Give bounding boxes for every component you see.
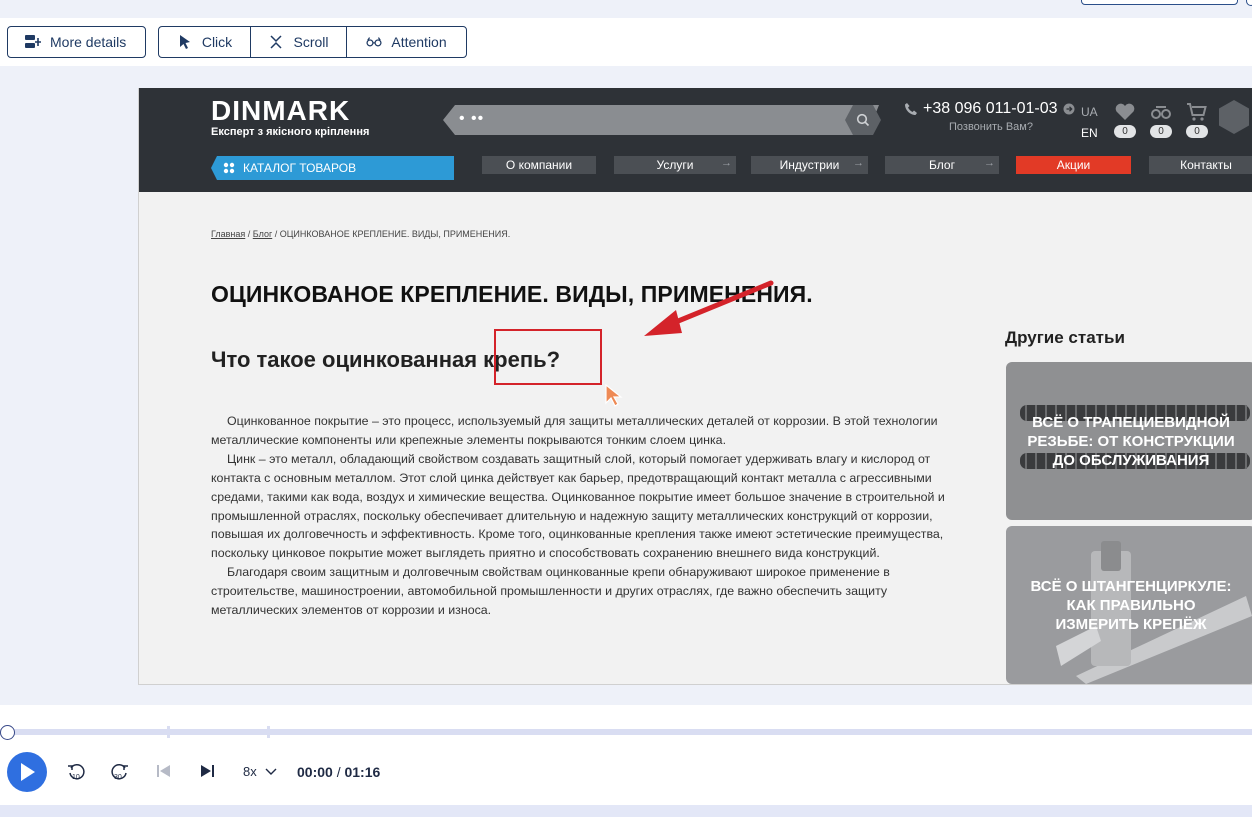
compare-icon[interactable] [1150, 102, 1172, 122]
details-panel-icon [25, 35, 41, 48]
callback-link[interactable]: Позвонить Вам? [949, 121, 1033, 133]
chevron-down-icon [265, 768, 277, 775]
timeline-track[interactable] [0, 726, 1252, 738]
scroll-mode-button[interactable]: Scroll [251, 27, 347, 57]
nav-blog-label: Блог [929, 158, 955, 172]
phone-number[interactable]: +38 096 011-01-03 [904, 100, 1075, 118]
rewind-button[interactable]: 10 [66, 762, 86, 782]
nav-industries-label: Индустрии [779, 158, 840, 172]
catalog-label: КАТАЛОГ ТОВАРОВ [243, 161, 357, 175]
nav-contacts[interactable]: Контакты [1149, 156, 1252, 174]
arrow-circle-icon [1063, 103, 1075, 115]
nav-sales[interactable]: Акции [1016, 156, 1131, 174]
next-button[interactable] [198, 762, 216, 782]
top-action-button[interactable] [1081, 0, 1238, 5]
nav-industries[interactable]: Индустрии → [751, 156, 868, 174]
compare-count: 0 [1150, 125, 1172, 138]
click-mode-label: Click [201, 34, 233, 50]
playback-time: 00:00 / 01:16 [297, 764, 380, 780]
cart-icon[interactable] [1186, 102, 1208, 122]
lang-en[interactable]: EN [1081, 123, 1098, 144]
session-toolbar: More details Click Scroll Attention [0, 18, 1252, 66]
nav-arrow-icon: → [721, 157, 732, 169]
article-paragraph: Цинк – это металл, обладающий свойством … [211, 451, 945, 561]
forward-button[interactable]: 30 [110, 762, 130, 782]
current-time: 00:00 [297, 764, 333, 780]
timeline-marker[interactable] [267, 726, 270, 738]
article-card-title: ВСЁ О ТРАПЕЦИЕВИДНОЙ РЕЗЬБЕ: ОТ КОНСТРУК… [1027, 413, 1235, 469]
search-value: • •• [459, 110, 485, 127]
bottom-strip [0, 805, 1252, 817]
rewind-icon: 10 [68, 764, 85, 781]
phone-icon [905, 103, 917, 115]
more-details-label: More details [50, 34, 127, 50]
search-icon [856, 113, 870, 127]
nav-services-label: Услуги [656, 158, 694, 172]
other-articles-title: Другие статьи [1005, 328, 1125, 347]
site-header: DINMARK Експерт з якісного кріплення • •… [139, 88, 1252, 192]
breadcrumb-current: ОЦИНКОВАНОЕ КРЕПЛЕНИЕ. ВИДЫ, ПРИМЕНЕНИЯ. [279, 229, 511, 239]
view-mode-group: Click Scroll Attention [158, 26, 467, 58]
nav-about-label: О компании [505, 158, 573, 172]
previous-button[interactable] [155, 762, 173, 782]
article-body: Оцинкованное покрытие – это процесс, исп… [211, 412, 951, 620]
nav-contacts-label: Контакты [1180, 158, 1232, 172]
heart-icon[interactable] [1114, 102, 1136, 122]
skip-back-icon [157, 765, 170, 777]
breadcrumb-blog[interactable]: Блог [253, 229, 272, 239]
cart-count: 0 [1186, 125, 1208, 138]
language-switcher: UA EN [1081, 102, 1098, 144]
attention-mode-button[interactable]: Attention [347, 27, 466, 57]
nav-sales-label: Акции [1056, 158, 1091, 172]
catalog-button[interactable]: КАТАЛОГ ТОВАРОВ [211, 156, 454, 180]
top-strip [0, 0, 1252, 18]
phone-label: +38 096 011-01-03 [923, 100, 1058, 117]
logo-tagline: Експерт з якісного кріплення [211, 126, 370, 138]
nav-arrow-icon: → [853, 157, 864, 169]
play-icon [21, 763, 35, 781]
skip-forward-icon [201, 765, 214, 777]
time-separator: / [332, 764, 345, 780]
wishlist-count: 0 [1114, 125, 1136, 138]
search-input[interactable] [443, 105, 879, 135]
nav-arrow-icon: → [984, 157, 995, 169]
nav-about[interactable]: О компании [482, 156, 596, 174]
breadcrumb-home[interactable]: Главная [211, 229, 245, 239]
highlight-box [494, 329, 602, 385]
article-paragraph: Оцинкованное покрытие – это процесс, исп… [211, 414, 938, 447]
click-mode-button[interactable]: Click [159, 27, 251, 57]
total-time: 01:16 [344, 764, 381, 780]
recording-frame: DINMARK Експерт з якісного кріплення • •… [138, 88, 1252, 685]
lang-ua[interactable]: UA [1081, 102, 1098, 123]
scroll-icon [270, 35, 283, 49]
timeline-scrubber[interactable] [0, 725, 15, 740]
logo-word: DINMARK [211, 95, 351, 126]
more-details-button[interactable]: More details [7, 26, 146, 58]
play-button[interactable] [7, 752, 47, 792]
speed-value: 8x [243, 764, 257, 779]
breadcrumb: Главная / Блог / ОЦИНКОВАНОЕ КРЕПЛЕНИЕ. … [211, 229, 511, 239]
scroll-mode-label: Scroll [293, 34, 329, 50]
annotation-arrow [644, 280, 774, 336]
mouse-cursor-icon [605, 383, 623, 407]
site-logo[interactable]: DINMARK Експерт з якісного кріплення [211, 95, 370, 139]
speed-select[interactable]: 8x [243, 764, 277, 779]
forward-seconds: 30 [114, 774, 122, 781]
article-card-title: ВСЁ О ШТАНГЕНЦИРКУЛЕ: КАК ПРАВИЛЬНО ИЗМЕ… [1030, 577, 1232, 633]
glasses-icon [366, 37, 382, 47]
timeline-marker[interactable] [167, 726, 170, 738]
article-card[interactable]: ВСЁ О ТРАПЕЦИЕВИДНОЙ РЕЗЬБЕ: ОТ КОНСТРУК… [1006, 362, 1252, 520]
playback-bar: 10 30 8x 00:00 / 01:16 [0, 705, 1252, 805]
rewind-seconds: 10 [72, 774, 80, 781]
nav-blog[interactable]: Блог → [885, 156, 999, 174]
article-paragraph: Благодаря своим защитным и долговечным с… [211, 565, 890, 618]
article-card[interactable]: ВСЁ О ШТАНГЕНЦИРКУЛЕ: КАК ПРАВИЛЬНО ИЗМЕ… [1006, 526, 1252, 684]
pointer-icon [179, 35, 190, 49]
grid-icon [223, 162, 235, 174]
user-account-icon[interactable] [1219, 100, 1249, 134]
attention-mode-label: Attention [391, 34, 447, 50]
nav-services[interactable]: Услуги → [614, 156, 736, 174]
forward-icon: 30 [111, 764, 128, 781]
top-action-icon[interactable] [1246, 0, 1252, 6]
